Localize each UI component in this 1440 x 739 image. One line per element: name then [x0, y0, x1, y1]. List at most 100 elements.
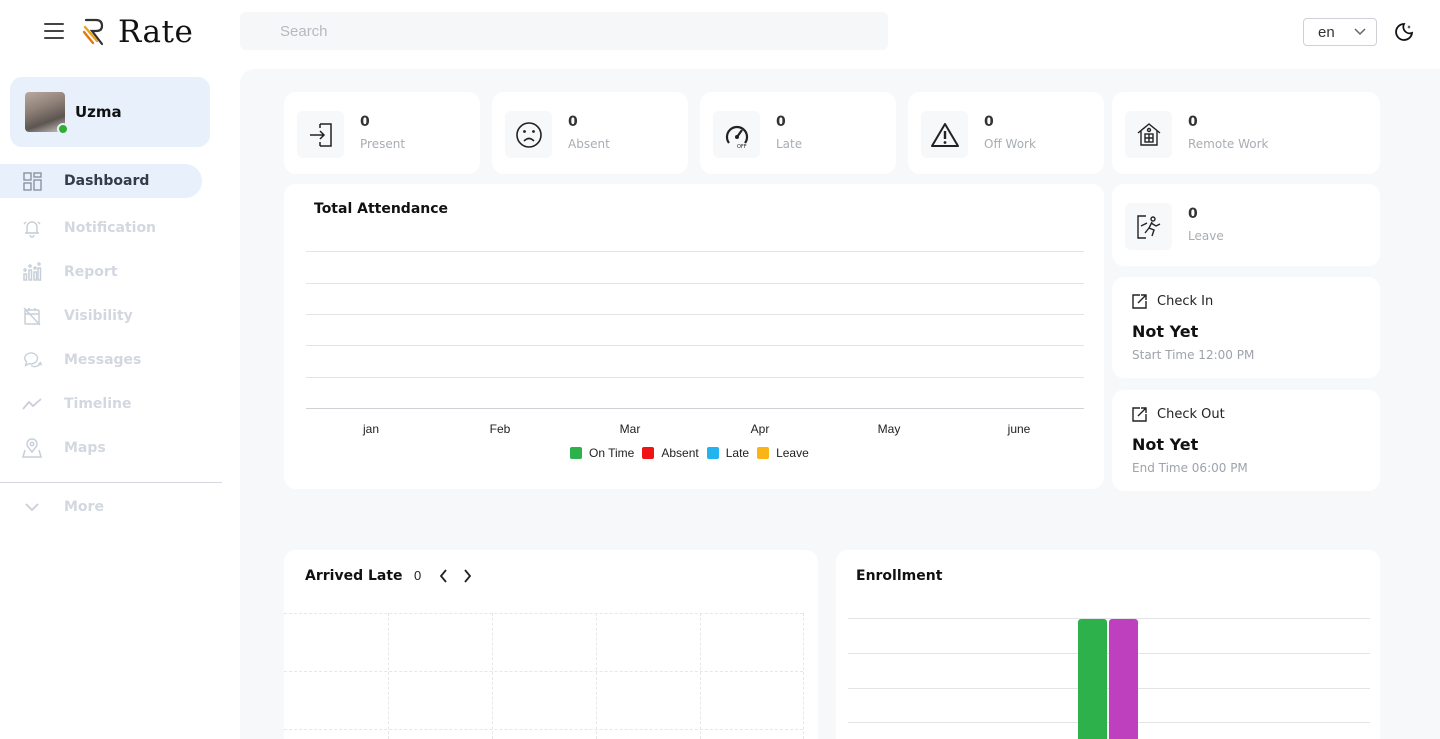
sidebar-item-label: Timeline	[64, 396, 132, 412]
legend-item-absent[interactable]: Absent	[642, 446, 699, 460]
legend-label: Late	[725, 446, 750, 460]
exit-run-icon	[1125, 203, 1172, 250]
sidebar-item-messages[interactable]: Messages	[0, 343, 202, 377]
enrollment-bar[interactable]	[1078, 619, 1107, 739]
profile-name: Uzma	[75, 103, 122, 121]
chart-gridline	[306, 314, 1084, 315]
calendar-grid-line	[492, 613, 493, 739]
bell-icon	[22, 218, 42, 238]
sidebar-item-timeline[interactable]: Timeline	[0, 387, 202, 421]
chart-month-label: Apr	[750, 422, 770, 436]
calendar-grid-line	[284, 613, 803, 614]
chart-month-label: jan	[362, 422, 380, 436]
attendance-chart-title: Total Attendance	[314, 201, 449, 217]
chevron-down-icon	[1354, 28, 1366, 36]
calendar-grid-line	[284, 671, 803, 672]
stat-label: Absent	[568, 137, 610, 151]
calendar-grid-line	[284, 729, 803, 730]
top-bar: Rate en	[0, 0, 1440, 64]
sidebar-item-maps[interactable]: Maps	[0, 431, 202, 465]
stat-card-present: 0 Present	[284, 92, 480, 174]
logo[interactable]: Rate	[82, 14, 193, 50]
sidebar-item-visibility[interactable]: Visibility	[0, 299, 202, 333]
check-out-header: Check Out	[1131, 406, 1225, 423]
sidebar-item-dashboard[interactable]: Dashboard	[0, 164, 202, 198]
search-input[interactable]	[240, 12, 888, 50]
enrollment-bar[interactable]	[1109, 619, 1138, 739]
chevron-right-icon[interactable]	[463, 568, 472, 583]
dark-mode-icon[interactable]	[1394, 22, 1414, 42]
sidebar-item-label: Maps	[64, 440, 106, 456]
chart-month-label: june	[1007, 422, 1031, 436]
external-link-icon	[1132, 407, 1147, 422]
legend-label: Absent	[661, 446, 699, 460]
check-out-time: End Time 06:00 PM	[1132, 461, 1248, 475]
calendar-grid-line	[388, 613, 389, 739]
chart-month-label: Feb	[489, 422, 511, 436]
chart-gridline	[306, 345, 1084, 346]
legend-swatch	[570, 447, 582, 459]
stat-label: Late	[776, 137, 803, 151]
calendar-grid-line	[700, 613, 701, 739]
svg-text:OFF: OFF	[737, 144, 747, 149]
sidebar-item-label: Messages	[64, 352, 142, 368]
chart-month-label: May	[877, 422, 901, 436]
stat-value: 0	[984, 114, 994, 130]
stat-label: Leave	[1188, 229, 1224, 243]
chart-legend: On Time Absent Late Leave	[570, 446, 817, 460]
home-icon	[1125, 111, 1172, 158]
profile-card[interactable]: Uzma	[10, 77, 210, 147]
stat-value: 0	[1188, 206, 1198, 222]
stat-card-leave: 0 Leave	[1112, 184, 1380, 266]
arrived-late-pager: 0	[414, 568, 472, 583]
stat-value: 0	[776, 114, 786, 130]
stat-label: Present	[360, 137, 406, 151]
sidebar-item-label: Visibility	[64, 308, 133, 324]
chart-gridline	[306, 377, 1084, 378]
chart-gridline	[306, 251, 1084, 252]
sidebar-item-report[interactable]: Report	[0, 255, 202, 289]
menu-icon[interactable]	[44, 23, 64, 39]
stat-value: 0	[1188, 114, 1198, 130]
enter-door-icon	[297, 111, 344, 158]
chart-x-axis	[306, 408, 1084, 409]
external-link-icon	[1132, 294, 1147, 309]
sidebar-divider	[0, 482, 222, 483]
legend-item-late[interactable]: Late	[706, 446, 750, 460]
check-in-card[interactable]: Check In Not Yet Start Time 12:00 PM	[1112, 277, 1380, 378]
check-out-card[interactable]: Check Out Not Yet End Time 06:00 PM	[1112, 390, 1380, 491]
logo-mark-icon	[82, 18, 104, 46]
legend-swatch	[642, 447, 655, 459]
arrived-late-title: Arrived Late	[305, 568, 403, 584]
dashboard-icon	[22, 171, 42, 191]
legend-item-on-time[interactable]: On Time	[570, 446, 634, 460]
sidebar-more-toggle[interactable]: More	[0, 490, 202, 524]
sidebar-more-label: More	[64, 499, 104, 515]
legend-label: On Time	[589, 446, 635, 460]
chevron-left-icon[interactable]	[439, 568, 448, 583]
legend-swatch	[706, 447, 719, 459]
sidebar-item-label: Notification	[64, 220, 157, 236]
language-select[interactable]: en	[1303, 18, 1377, 46]
stat-label: Off Work	[984, 137, 1036, 151]
check-in-time: Start Time 12:00 PM	[1132, 348, 1255, 362]
avatar	[25, 92, 69, 135]
chevron-down-icon	[22, 497, 42, 517]
chart-month-label: Mar	[619, 422, 641, 436]
sidebar-item-notification[interactable]: Notification	[0, 211, 202, 245]
sad-face-icon	[505, 111, 552, 158]
check-in-status: Not Yet	[1132, 322, 1199, 341]
sidebar: Uzma Dashboard Notification Report Visib…	[0, 64, 222, 739]
trend-icon	[22, 394, 42, 414]
stat-label: Remote Work	[1188, 137, 1269, 151]
calendar-grid-line	[803, 613, 804, 739]
stat-value: 0	[568, 114, 578, 130]
legend-item-leave[interactable]: Leave	[757, 446, 809, 460]
chat-icon	[22, 350, 42, 370]
stat-card-off-work: 0 Off Work	[908, 92, 1104, 174]
check-out-status: Not Yet	[1132, 435, 1199, 454]
sidebar-item-label: Dashboard	[64, 173, 150, 189]
map-pin-icon	[22, 438, 42, 458]
report-icon	[22, 262, 42, 282]
stat-value: 0	[360, 114, 370, 130]
